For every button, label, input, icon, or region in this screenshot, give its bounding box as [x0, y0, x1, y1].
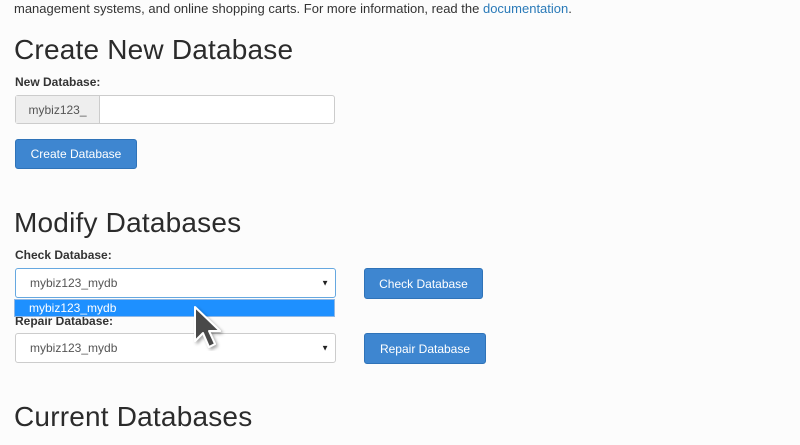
intro-suffix: . [568, 1, 572, 16]
modify-databases-heading: Modify Databases [14, 207, 242, 238]
intro-sentence: management systems, and online shopping … [14, 1, 483, 16]
check-database-label: Check Database: [15, 248, 112, 262]
documentation-link[interactable]: documentation [483, 1, 568, 16]
repair-database-button[interactable]: Repair Database [364, 333, 486, 364]
check-database-selected: mybiz123_mydb [30, 276, 118, 290]
check-database-select[interactable]: mybiz123_mydb ▼ [15, 268, 336, 298]
new-database-input[interactable] [100, 96, 334, 123]
chevron-down-icon: ▼ [321, 278, 329, 288]
new-database-input-group: mybiz123_ [15, 95, 335, 124]
repair-database-select[interactable]: mybiz123_mydb ▼ [15, 333, 336, 363]
create-database-button[interactable]: Create Database [15, 139, 137, 169]
intro-text: management systems, and online shopping … [14, 1, 572, 16]
dropdown-option[interactable]: mybiz123_mydb [15, 300, 334, 316]
mouse-pointer-icon [194, 306, 221, 348]
current-databases-heading: Current Databases [14, 401, 253, 432]
database-prefix: mybiz123_ [16, 96, 100, 123]
check-database-dropdown: mybiz123_mydb [14, 299, 335, 317]
create-database-heading: Create New Database [14, 34, 294, 65]
repair-database-selected: mybiz123_mydb [30, 341, 118, 355]
check-database-button[interactable]: Check Database [364, 268, 483, 299]
new-database-label: New Database: [15, 75, 101, 89]
chevron-down-icon: ▼ [321, 343, 329, 353]
